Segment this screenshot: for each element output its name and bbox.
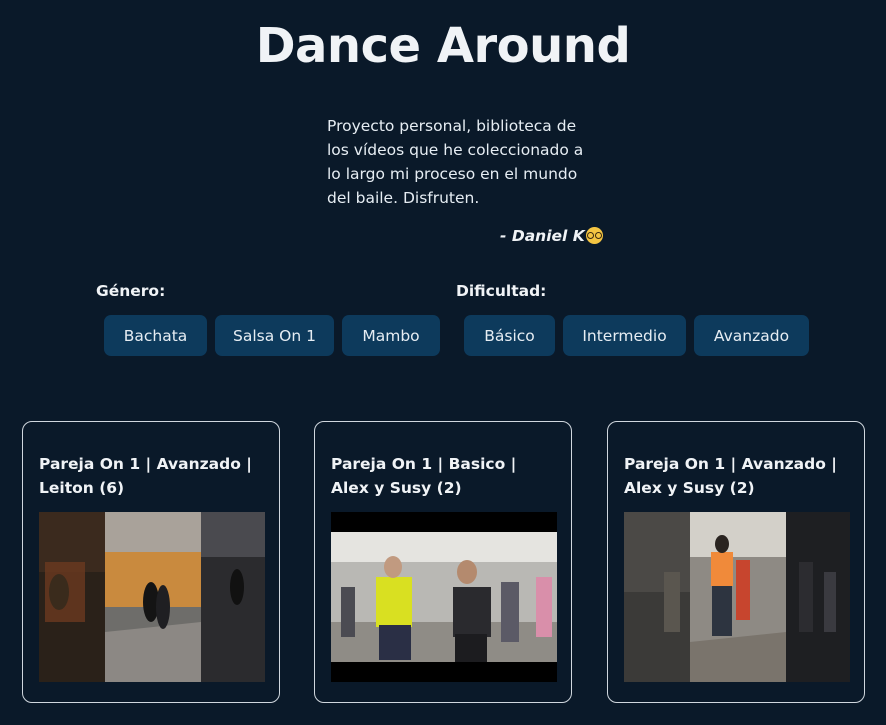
video-card[interactable]: Pareja On 1 | Avanzado | Leiton (6) [22,421,280,703]
video-thumbnail-image [624,512,850,682]
signature-text: - Daniel K [500,227,585,245]
video-thumbnail[interactable] [624,512,850,682]
video-thumbnail[interactable] [39,512,265,682]
difficulty-button-intermedio[interactable]: Intermedio [563,315,686,356]
video-thumbnail-image [39,512,265,682]
video-card-title: Pareja On 1 | Avanzado | Alex y Susy (2) [624,455,837,497]
video-thumbnail-image [331,512,557,682]
video-card[interactable]: Pareja On 1 | Basico | Alex y Susy (2) [314,421,572,703]
page-title: Dance Around [255,18,631,74]
nerd-face-icon [585,227,603,244]
genre-button-bachata[interactable]: Bachata [104,315,207,356]
difficulty-filter-label: Dificultad: [456,282,547,300]
genre-button-mambo[interactable]: Mambo [342,315,440,356]
genre-filter-label: Género: [96,282,166,300]
intro-text: Proyecto personal, biblioteca de los víd… [327,117,584,207]
difficulty-button-avanzado[interactable]: Avanzado [694,315,809,356]
difficulty-button-basico[interactable]: Básico [464,315,555,356]
video-card[interactable]: Pareja On 1 | Avanzado | Alex y Susy (2) [607,421,865,703]
author-signature: - Daniel K [500,227,603,245]
video-thumbnail[interactable] [331,512,557,682]
video-card-title: Pareja On 1 | Avanzado | Leiton (6) [39,455,252,497]
video-card-title: Pareja On 1 | Basico | Alex y Susy (2) [331,455,517,497]
genre-button-salsa-on-1[interactable]: Salsa On 1 [215,315,334,356]
